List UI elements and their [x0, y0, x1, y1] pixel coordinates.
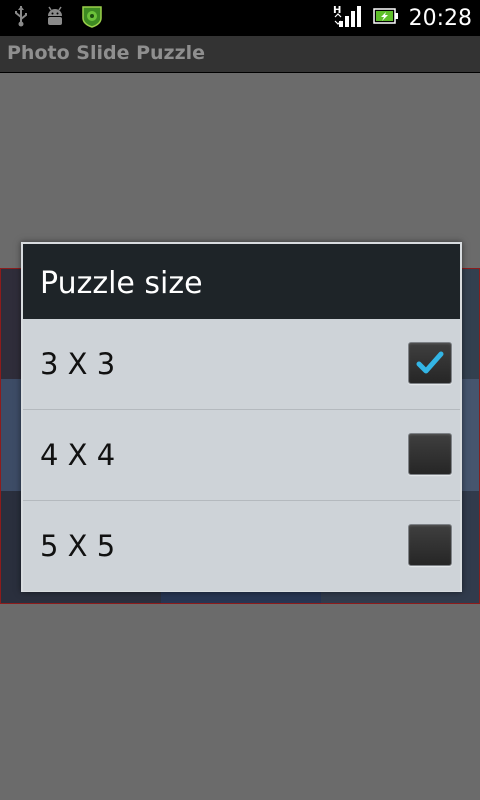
app-title: Photo Slide Puzzle [7, 42, 206, 64]
clock: 20:28 [408, 5, 472, 31]
option-label: 5 X 5 [40, 529, 116, 563]
option-3x3[interactable]: 3 X 3 [23, 319, 460, 410]
option-label: 3 X 3 [40, 347, 116, 381]
screen: H 20:28 Photo Slide Puzzle Puzzle size 3… [0, 0, 480, 800]
checkmark-icon [416, 351, 444, 374]
hspa-signal-icon: H [333, 3, 363, 33]
puzzle-size-dialog: Puzzle size 3 X 3 4 X 4 5 X 5 [21, 242, 462, 592]
app-title-bar: Photo Slide Puzzle [0, 36, 480, 73]
option-label: 4 X 4 [40, 438, 116, 472]
dialog-title: Puzzle size [40, 266, 203, 301]
checkbox-3x3[interactable] [408, 342, 452, 384]
android-debug-icon [44, 5, 66, 31]
status-notifications [12, 4, 104, 32]
status-bar: H 20:28 [0, 0, 480, 36]
battery-charging-icon [372, 7, 399, 29]
usb-icon [12, 5, 30, 31]
dialog-header: Puzzle size [23, 244, 460, 319]
size-options-list: 3 X 3 4 X 4 5 X 5 [23, 319, 460, 591]
checkbox-5x5[interactable] [408, 524, 452, 566]
status-system: H 20:28 [333, 0, 472, 36]
app-notification-icon [80, 4, 104, 32]
option-5x5[interactable]: 5 X 5 [23, 501, 460, 591]
option-4x4[interactable]: 4 X 4 [23, 410, 460, 501]
checkbox-4x4[interactable] [408, 433, 452, 475]
